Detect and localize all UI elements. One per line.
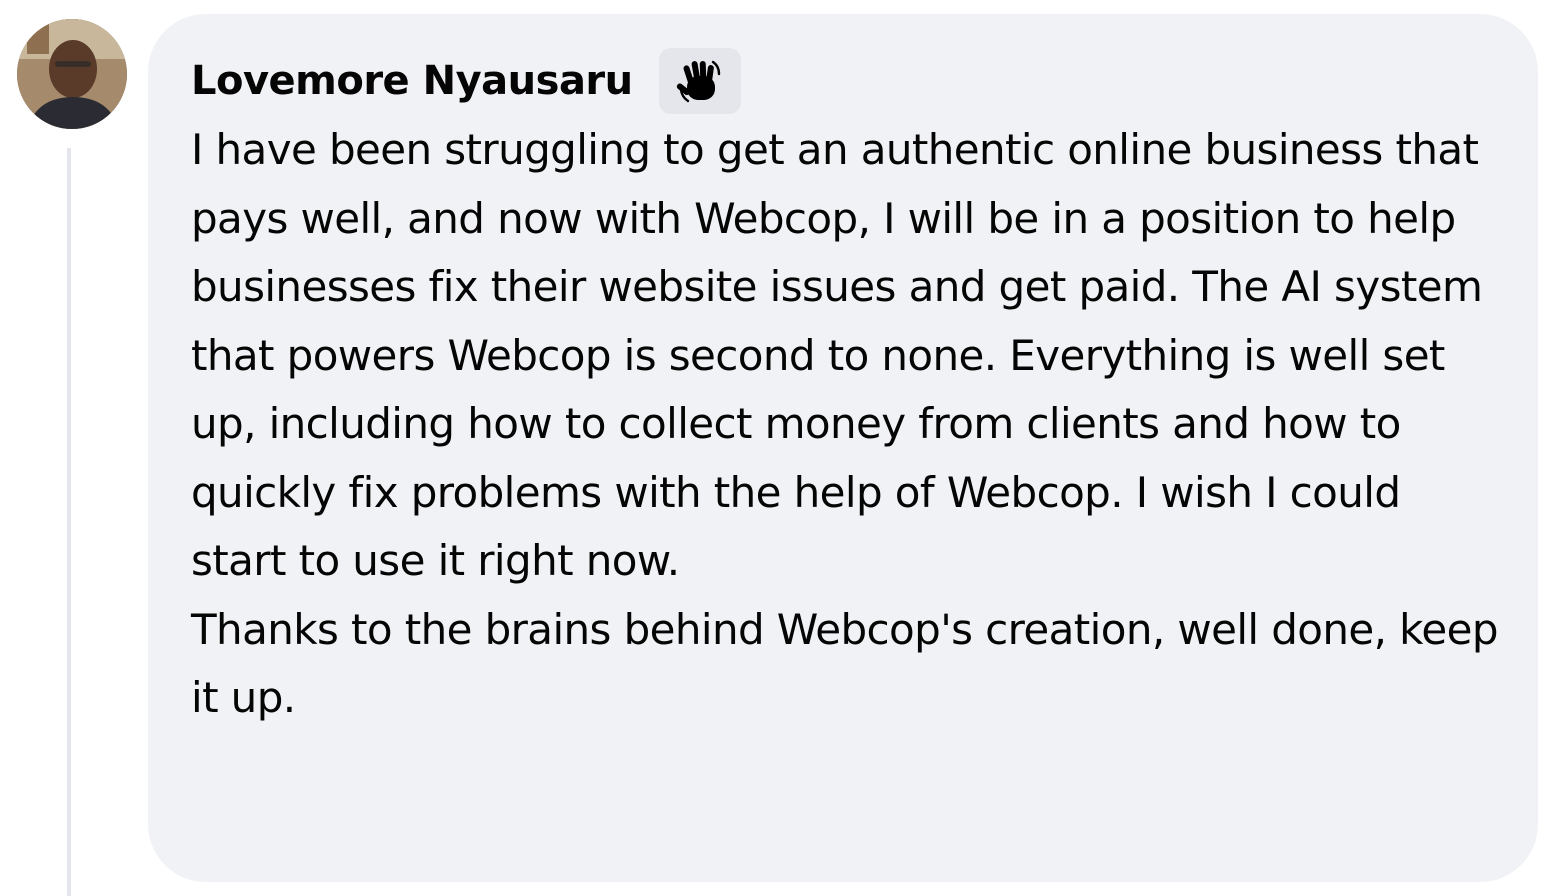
comment-header: Lovemore Nyausaru — [191, 48, 1498, 114]
comment-text: I have been struggling to get an authent… — [191, 116, 1499, 733]
author-name[interactable]: Lovemore Nyausaru — [191, 58, 633, 104]
comment-paragraph: I have been struggling to get an authent… — [191, 125, 1483, 585]
comment-paragraph: Thanks to the brains behind Webcop's cre… — [191, 604, 1499, 723]
avatar[interactable] — [17, 19, 127, 129]
comment-bubble: Lovemore Nyausaru I have been struggling… — [148, 14, 1538, 882]
avatar-photo — [17, 19, 127, 129]
reply-thread-line — [67, 148, 71, 896]
waving-hand-icon[interactable] — [658, 48, 741, 114]
